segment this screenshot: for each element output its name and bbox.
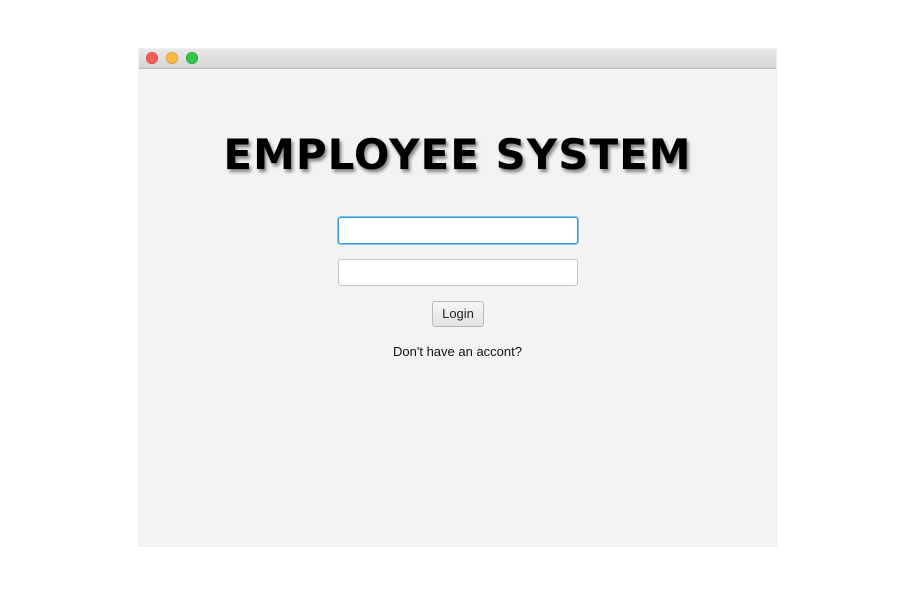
window-titlebar[interactable] (139, 49, 776, 69)
close-window-button[interactable] (146, 52, 158, 64)
zoom-window-button[interactable] (186, 52, 198, 64)
username-field[interactable] (338, 217, 578, 244)
app-window: EMPLOYEE SYSTEM Login Don't have an acco… (139, 49, 776, 546)
password-field[interactable] (338, 259, 578, 286)
signup-link[interactable]: Don't have an accont? (139, 344, 776, 359)
login-button[interactable]: Login (432, 301, 484, 327)
minimize-window-button[interactable] (166, 52, 178, 64)
app-title: EMPLOYEE SYSTEM (223, 130, 692, 179)
